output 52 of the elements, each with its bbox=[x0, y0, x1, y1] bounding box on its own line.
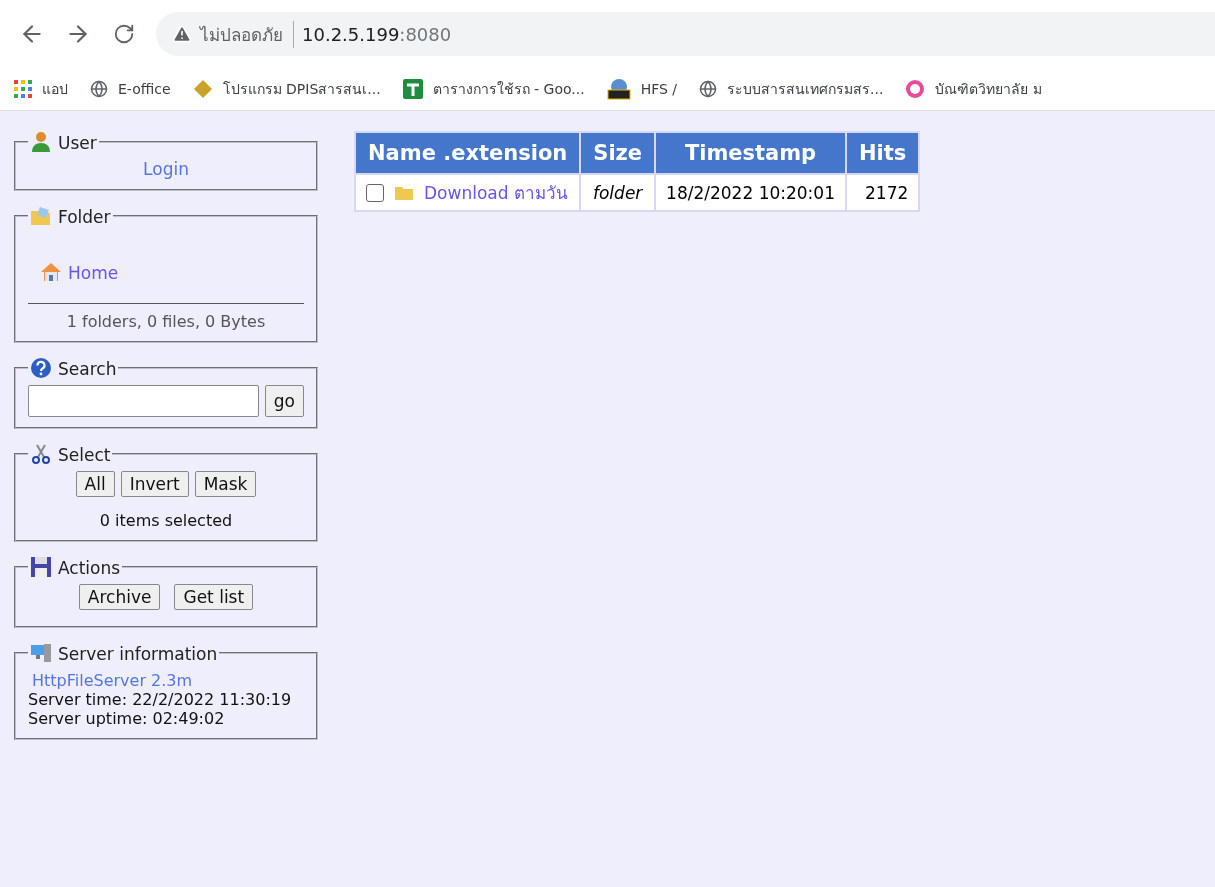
action-button[interactable]: Archive bbox=[78, 584, 161, 610]
column-header[interactable]: Timestamp bbox=[656, 133, 845, 173]
column-header[interactable]: Hits bbox=[847, 133, 919, 173]
column-header[interactable]: Name .extension bbox=[356, 133, 580, 173]
globe-icon bbox=[90, 80, 108, 98]
reload-icon bbox=[113, 23, 135, 45]
folder-icon bbox=[394, 184, 414, 201]
url-text: 10.2.5.199 bbox=[302, 23, 400, 45]
size-cell: folder bbox=[581, 175, 655, 210]
folder-icon bbox=[30, 205, 52, 227]
panel-title: Actions bbox=[58, 558, 121, 578]
folder-summary: 1 folders, 0 files, 0 Bytes bbox=[28, 303, 304, 331]
globe-icon bbox=[699, 80, 718, 98]
search-field[interactable] bbox=[28, 385, 259, 417]
panel-title: Folder bbox=[58, 207, 111, 227]
panel-title: User bbox=[58, 133, 97, 153]
panel-title: Server information bbox=[58, 644, 218, 664]
panel-title: Select bbox=[58, 445, 111, 465]
version-link[interactable]: HttpFileServer 2.3m bbox=[28, 671, 193, 690]
person-icon bbox=[30, 131, 52, 153]
timestamp-cell: 18/2/2022 10:20:01 bbox=[656, 175, 845, 210]
computer-icon bbox=[30, 642, 52, 664]
bookmark-link[interactable]: โปรแกรม DPISสารสนเ... bbox=[222, 78, 381, 100]
address-bar[interactable]: ไม่ปลอดภัย 10.2.5.199:8080 bbox=[156, 12, 1215, 56]
bookmark-link[interactable]: แอป bbox=[42, 78, 68, 100]
bookmark-link[interactable]: HFS / bbox=[640, 81, 678, 97]
bookmark-link[interactable]: E-office bbox=[118, 81, 171, 97]
bookmark-link[interactable]: ตารางการใช้รถ - Goo... bbox=[432, 78, 585, 100]
hits-cell: 2172 bbox=[847, 175, 919, 210]
action-button[interactable]: Get list bbox=[174, 584, 254, 610]
scissors-icon bbox=[30, 443, 52, 465]
server-time: Server time: 22/2/2022 11:30:19 bbox=[28, 690, 293, 709]
security-label: ไม่ปลอดภัย bbox=[200, 20, 294, 48]
select-button[interactable]: Mask bbox=[194, 471, 257, 497]
bookmark-link[interactable]: ระบบสารสนเทศกรมสร... bbox=[727, 78, 884, 100]
apps-grid-icon bbox=[14, 80, 32, 98]
bookmark-link[interactable]: บัณฑิตวิทยาลัย ม bbox=[935, 78, 1042, 100]
selection-status: 0 items selected bbox=[98, 511, 234, 530]
select-button[interactable]: Invert bbox=[120, 471, 189, 497]
house-icon bbox=[40, 261, 62, 283]
warning-icon bbox=[172, 24, 192, 44]
url-port: :8080 bbox=[399, 23, 452, 45]
select-button[interactable]: All bbox=[75, 471, 115, 497]
question-icon bbox=[30, 357, 52, 379]
go-button[interactable]: go bbox=[264, 385, 304, 417]
column-header[interactable]: Size bbox=[581, 133, 655, 173]
home-link[interactable]: Home bbox=[68, 263, 119, 283]
row-checkbox[interactable] bbox=[366, 183, 384, 202]
spreadsheet-icon bbox=[402, 79, 423, 99]
panel-title: Search bbox=[58, 359, 117, 379]
server-uptime: Server uptime: 02:49:02 bbox=[28, 709, 226, 728]
login-link[interactable]: Login bbox=[143, 159, 189, 179]
